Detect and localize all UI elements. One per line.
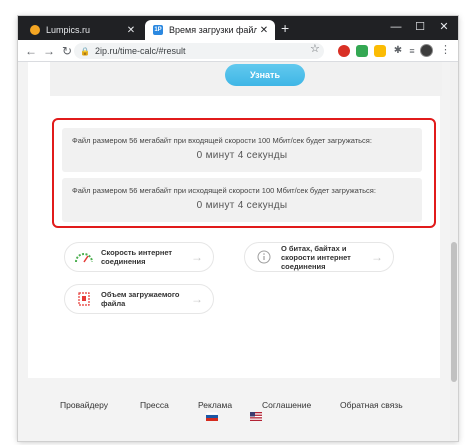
close-window-button[interactable]: ✕ [432,18,456,36]
footer-link-agreement[interactable]: Соглашение [262,400,311,410]
extension-red-icon[interactable] [338,45,350,57]
maximize-button[interactable]: ☐ [408,18,432,36]
bookmark-star-icon[interactable]: ☆ [310,42,320,55]
minimize-button[interactable]: — [384,18,408,36]
address-bar[interactable]: 🔒 2ip.ru/time-calc/#result [74,43,324,59]
vertical-scrollbar[interactable] [450,62,458,441]
tab-title: Время загрузки файла [169,25,257,35]
lumpics-favicon-icon [30,25,40,35]
card-internet-speed[interactable]: Скорость интернет соединения → [64,242,214,272]
extensions-puzzle-icon[interactable]: ✱ [392,45,404,57]
footer-link-providers[interactable]: Провайдеру [60,400,108,410]
profile-avatar[interactable] [420,44,433,57]
arrow-right-icon: → [191,292,203,306]
card-label: О битах, байтах и скорости интернет соед… [281,243,351,271]
ru-flag-icon[interactable] [206,412,218,421]
close-tab-icon[interactable]: ✕ [124,25,138,36]
browser-window: Lumpics.ru ✕ 1P Время загрузки файла ✕ +… [18,16,458,441]
card-label: Объем загружаемого файла [101,290,180,308]
tab-strip: Lumpics.ru ✕ 1P Время загрузки файла ✕ +… [18,16,458,40]
forward-arrow-icon[interactable]: → [40,44,58,58]
site-footer: Провайдеру Пресса Реклама Соглашение Обр… [18,392,450,441]
footer-link-ads[interactable]: Реклама [198,400,232,410]
lock-icon: 🔒 [80,46,90,56]
tab-title: Lumpics.ru [46,25,91,35]
file-size-icon [78,292,90,306]
card-file-size[interactable]: Объем загружаемого файла → [64,284,214,314]
calculate-button[interactable]: Узнать [225,64,305,86]
new-tab-button[interactable]: + [281,20,289,36]
arrow-right-icon: → [371,250,383,264]
tab-time-calc[interactable]: 1P Время загрузки файла ✕ [145,20,275,40]
2ip-favicon-icon: 1P [153,25,163,35]
us-flag-icon[interactable] [250,412,262,421]
arrow-right-icon: → [191,250,203,264]
back-arrow-icon[interactable]: ← [22,44,40,58]
highlight-frame [52,118,436,228]
extension-green-icon[interactable] [356,45,368,57]
extension-yellow-icon[interactable] [374,45,386,57]
content-panel: Узнать Файл размером 56 мегабайт при вхо… [28,62,442,378]
scrollbar-thumb[interactable] [451,242,457,382]
tab-lumpics[interactable]: Lumpics.ru ✕ [22,20,142,40]
card-bits-bytes[interactable]: О битах, байтах и скорости интернет соед… [244,242,394,272]
close-tab-icon[interactable]: ✕ [257,25,271,36]
card-label: Скорость интернет соединения [101,248,173,266]
footer-link-feedback[interactable]: Обратная связь [340,400,403,410]
media-icon[interactable]: ≡ [406,45,418,57]
calculator-form: Узнать [50,62,442,96]
page-viewport: Узнать Файл размером 56 мегабайт при вхо… [18,62,458,441]
info-icon [257,250,271,264]
footer-link-press[interactable]: Пресса [140,400,169,410]
speedometer-icon [75,253,93,263]
address-text: 2ip.ru/time-calc/#result [94,46,186,56]
menu-kebab-icon[interactable]: ⋮ [440,43,451,56]
browser-toolbar: ← → ↻ 🔒 2ip.ru/time-calc/#result ☆ ✱ ≡ ⋮ [18,40,458,62]
